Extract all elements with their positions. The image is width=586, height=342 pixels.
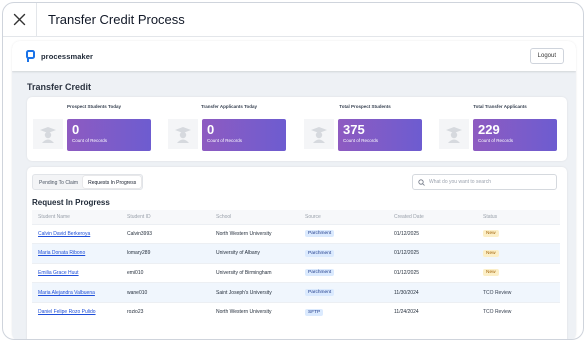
stat-value: 375 xyxy=(343,122,365,137)
requests-table: Student Name Student ID School Source Cr… xyxy=(32,210,560,322)
status-text: TCO Review xyxy=(477,301,560,322)
status-badge: New xyxy=(483,269,499,277)
stat-sub: Count of Records xyxy=(343,138,379,143)
stat-box: 229 Count of Records xyxy=(473,119,557,151)
student-id: emi010 xyxy=(121,262,210,283)
page-title: Transfer Credit xyxy=(27,82,92,92)
stat-label: Total Transfer Applicants xyxy=(473,104,527,109)
student-name-link[interactable]: Calvin David Berkeroya xyxy=(32,223,121,244)
section-title: Request In Progress xyxy=(32,198,110,207)
table-row[interactable]: Maria Alejandra Valbuena wane010 Saint J… xyxy=(32,282,560,303)
source-tag: Parchment xyxy=(305,289,335,297)
requests-panel: Pending To Claim Requests In Progress Re… xyxy=(27,167,567,339)
search-box xyxy=(412,174,557,190)
school: Saint Joseph's University xyxy=(210,282,299,303)
student-name-link[interactable]: Maria Alejandra Valbuena xyxy=(32,282,121,303)
table-header-row: Student Name Student ID School Source Cr… xyxy=(32,210,560,224)
column-header-created-date[interactable]: Created Date xyxy=(388,210,477,224)
source-cell: Parchment xyxy=(299,282,388,303)
processmaker-logo-icon xyxy=(26,50,35,62)
student-id: lomary289 xyxy=(121,243,210,264)
window-title: Transfer Credit Process xyxy=(48,12,185,27)
graduate-avatar-icon xyxy=(304,119,334,149)
student-id: rozio23 xyxy=(121,301,210,322)
column-header-student-name[interactable]: Student Name xyxy=(32,210,121,224)
graduate-avatar-icon xyxy=(439,119,469,149)
column-header-status[interactable]: Status xyxy=(477,210,560,224)
source-cell: Parchment xyxy=(299,243,388,264)
student-id: wane010 xyxy=(121,282,210,303)
status-text: TCO Review xyxy=(477,282,560,303)
stat-box: 0 Count of Records xyxy=(67,119,151,151)
table-row[interactable]: Emilia Grace Huut emi010 University of B… xyxy=(32,262,560,283)
status-cell: New xyxy=(477,243,560,264)
stat-sub: Count of Records xyxy=(207,138,243,143)
close-icon[interactable] xyxy=(3,3,37,37)
source-tag: SFTP xyxy=(305,308,324,316)
logo-text: processmaker xyxy=(41,51,94,61)
graduate-avatar-icon xyxy=(168,119,198,149)
search-input[interactable] xyxy=(429,179,554,185)
source-tag: Parchment xyxy=(305,230,335,238)
window-titlebar: Transfer Credit Process xyxy=(3,3,583,37)
source-tag: Parchment xyxy=(305,269,335,277)
created-date: 11/24/2024 xyxy=(388,301,477,322)
graduate-avatar-icon xyxy=(33,119,63,149)
student-name-link[interactable]: Emilia Grace Huut xyxy=(32,262,121,283)
student-id: Calvin3993 xyxy=(121,223,210,244)
status-cell: New xyxy=(477,262,560,283)
source-cell: SFTP xyxy=(299,301,388,322)
school: North Western University xyxy=(210,301,299,322)
stat-sub: Count of Records xyxy=(72,138,108,143)
student-name-link[interactable]: Maria Donata Ribono xyxy=(32,243,121,264)
created-date: 01/12/2025 xyxy=(388,262,477,283)
school: North Western University xyxy=(210,223,299,244)
table-row[interactable]: Maria Donata Ribono lomary289 University… xyxy=(32,243,560,264)
table-row[interactable]: Calvin David Berkeroya Calvin3993 North … xyxy=(32,223,560,244)
column-header-school[interactable]: School xyxy=(210,210,299,224)
created-date: 01/12/2025 xyxy=(388,243,477,264)
stats-panel: Prospect Students Today 0 Count of Recor… xyxy=(27,97,567,161)
tab-pending-to-claim[interactable]: Pending To Claim xyxy=(34,176,83,188)
logout-button[interactable]: Logout xyxy=(529,48,564,64)
stat-value: 0 xyxy=(207,122,215,137)
window-frame: Transfer Credit Process processmaker Log… xyxy=(2,2,584,340)
stat-value: 229 xyxy=(478,122,500,137)
stat-label: Transfer Applicants Today xyxy=(200,104,257,109)
source-cell: Parchment xyxy=(299,262,388,283)
school: University of Birmingham xyxy=(210,262,299,283)
stat-box: 0 Count of Records xyxy=(202,119,286,151)
tab-group: Pending To Claim Requests In Progress xyxy=(32,174,144,190)
created-date: 11/30/2024 xyxy=(388,282,477,303)
column-header-source[interactable]: Source xyxy=(299,210,388,224)
stat-box: 375 Count of Records xyxy=(338,119,422,151)
created-date: 01/12/2025 xyxy=(388,223,477,244)
stat-label: Total Prospect Students xyxy=(339,104,391,109)
school: University of Albany xyxy=(210,243,299,264)
processmaker-logo: processmaker xyxy=(26,50,93,62)
column-header-student-id[interactable]: Student ID xyxy=(121,210,210,224)
status-badge: New xyxy=(483,249,499,257)
app-header: processmaker Logout xyxy=(12,41,576,71)
student-name-link[interactable]: Daniel Felipe Rozo Pulido xyxy=(32,301,121,322)
status-badge: New xyxy=(483,230,499,238)
tab-requests-in-progress[interactable]: Requests In Progress xyxy=(83,176,142,188)
stat-label: Prospect Students Today xyxy=(67,104,121,109)
stat-sub: Count of Records xyxy=(478,138,514,143)
status-cell: New xyxy=(477,223,560,244)
app-viewport: processmaker Logout Transfer Credit Pros… xyxy=(12,41,576,339)
source-cell: Parchment xyxy=(299,223,388,244)
stat-value: 0 xyxy=(72,122,80,137)
table-row[interactable]: Daniel Felipe Rozo Pulido rozio23 North … xyxy=(32,301,560,322)
source-tag: Parchment xyxy=(305,249,335,257)
search-icon xyxy=(418,178,425,186)
